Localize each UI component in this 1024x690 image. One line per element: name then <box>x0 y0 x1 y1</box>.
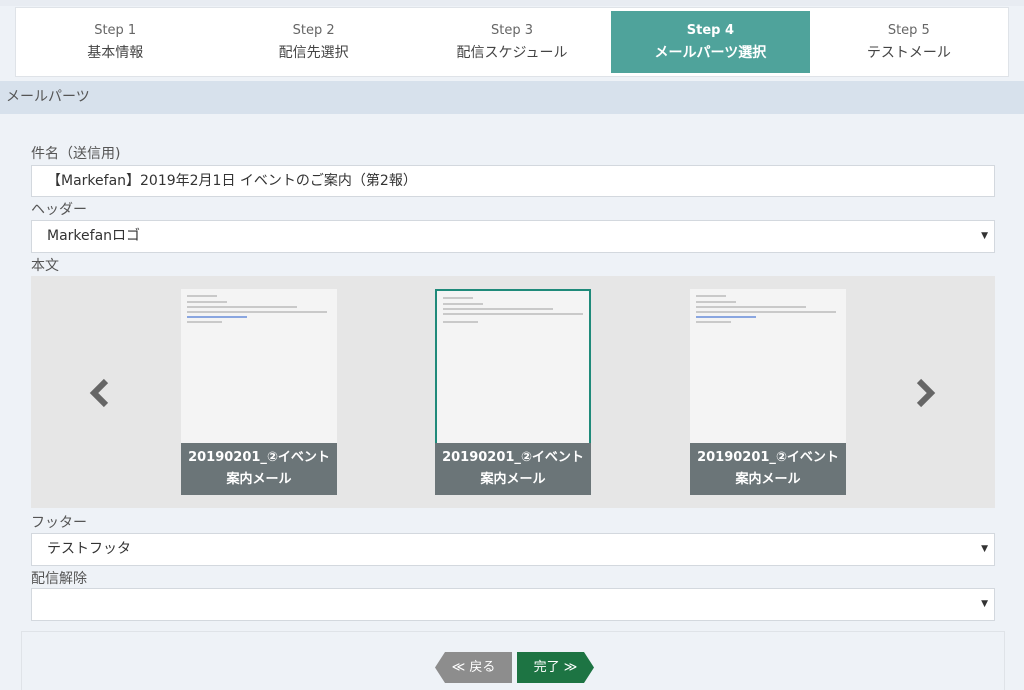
step-5[interactable]: Step 5 テストメール <box>810 8 1008 76</box>
caret-down-icon: ▼ <box>981 599 988 609</box>
step-label: メールパーツ選択 <box>654 45 767 61</box>
card-thumbnail <box>181 289 337 441</box>
step-2[interactable]: Step 2 配信先選択 <box>214 8 412 76</box>
body-card-3[interactable]: 20190201_②イベント 案内メール <box>690 289 846 495</box>
step-label: 基本情報 <box>87 45 144 61</box>
body-carousel: 20190201_②イベント 案内メール 20190201_②イベント 案内メー… <box>31 276 995 508</box>
caret-down-icon: ▼ <box>981 231 988 241</box>
subject-label: 件名（送信用) <box>31 146 121 162</box>
step-number: Step 3 <box>491 23 534 38</box>
top-strip <box>0 0 1024 6</box>
card-title-line2: 案内メール <box>735 472 801 487</box>
footer-select[interactable]: テストフッタ ▼ <box>31 533 995 566</box>
action-bar: ≪ 戻る 完了 ≫ <box>21 631 1005 690</box>
card-thumbnail <box>437 291 589 443</box>
step-number: Step 5 <box>887 23 930 38</box>
footer-select-value: テストフッタ <box>47 541 131 557</box>
section-title: メールパーツ <box>0 81 1024 114</box>
stepper: Step 1 基本情報 Step 2 配信先選択 Step 3 配信スケジュール… <box>15 7 1009 77</box>
done-button[interactable]: 完了 ≫ <box>517 652 594 683</box>
header-select-value: Markefanロゴ <box>47 228 141 244</box>
card-caption: 20190201_②イベント 案内メール <box>435 443 591 495</box>
body-card-1[interactable]: 20190201_②イベント 案内メール <box>181 289 337 495</box>
unsubscribe-select[interactable]: ▼ <box>31 588 995 621</box>
chevron-left-icon[interactable] <box>86 376 116 410</box>
card-title-line2: 案内メール <box>480 472 546 487</box>
step-number: Step 1 <box>94 23 137 38</box>
card-title-line2: 案内メール <box>226 472 292 487</box>
step-label: 配信先選択 <box>278 45 349 61</box>
step-label: 配信スケジュール <box>456 45 568 61</box>
card-thumbnail <box>690 289 846 441</box>
card-title-line1: 20190201_②イベント <box>188 450 330 465</box>
card-title-line1: 20190201_②イベント <box>697 450 839 465</box>
step-number: Step 4 <box>686 23 735 38</box>
card-caption: 20190201_②イベント 案内メール <box>690 443 846 495</box>
subject-input[interactable]: 【Markefan】2019年2月1日 イベントのご案内（第2報） <box>31 165 995 197</box>
body-card-2-selected[interactable]: 20190201_②イベント 案内メール <box>435 289 591 495</box>
card-title-line1: 20190201_②イベント <box>442 450 584 465</box>
caret-down-icon: ▼ <box>981 544 988 554</box>
card-caption: 20190201_②イベント 案内メール <box>181 443 337 495</box>
unsubscribe-label: 配信解除 <box>31 571 87 587</box>
step-label: テストメール <box>866 45 951 61</box>
step-1[interactable]: Step 1 基本情報 <box>16 8 214 76</box>
step-4-active[interactable]: Step 4 メールパーツ選択 <box>611 11 810 73</box>
body-label: 本文 <box>31 258 59 274</box>
header-label: ヘッダー <box>31 202 87 218</box>
chevron-right-icon[interactable] <box>909 376 939 410</box>
step-3[interactable]: Step 3 配信スケジュール <box>413 8 611 76</box>
step-number: Step 2 <box>292 23 335 38</box>
back-button[interactable]: ≪ 戻る <box>435 652 512 683</box>
footer-label: フッター <box>31 515 87 531</box>
header-select[interactable]: Markefanロゴ ▼ <box>31 220 995 253</box>
